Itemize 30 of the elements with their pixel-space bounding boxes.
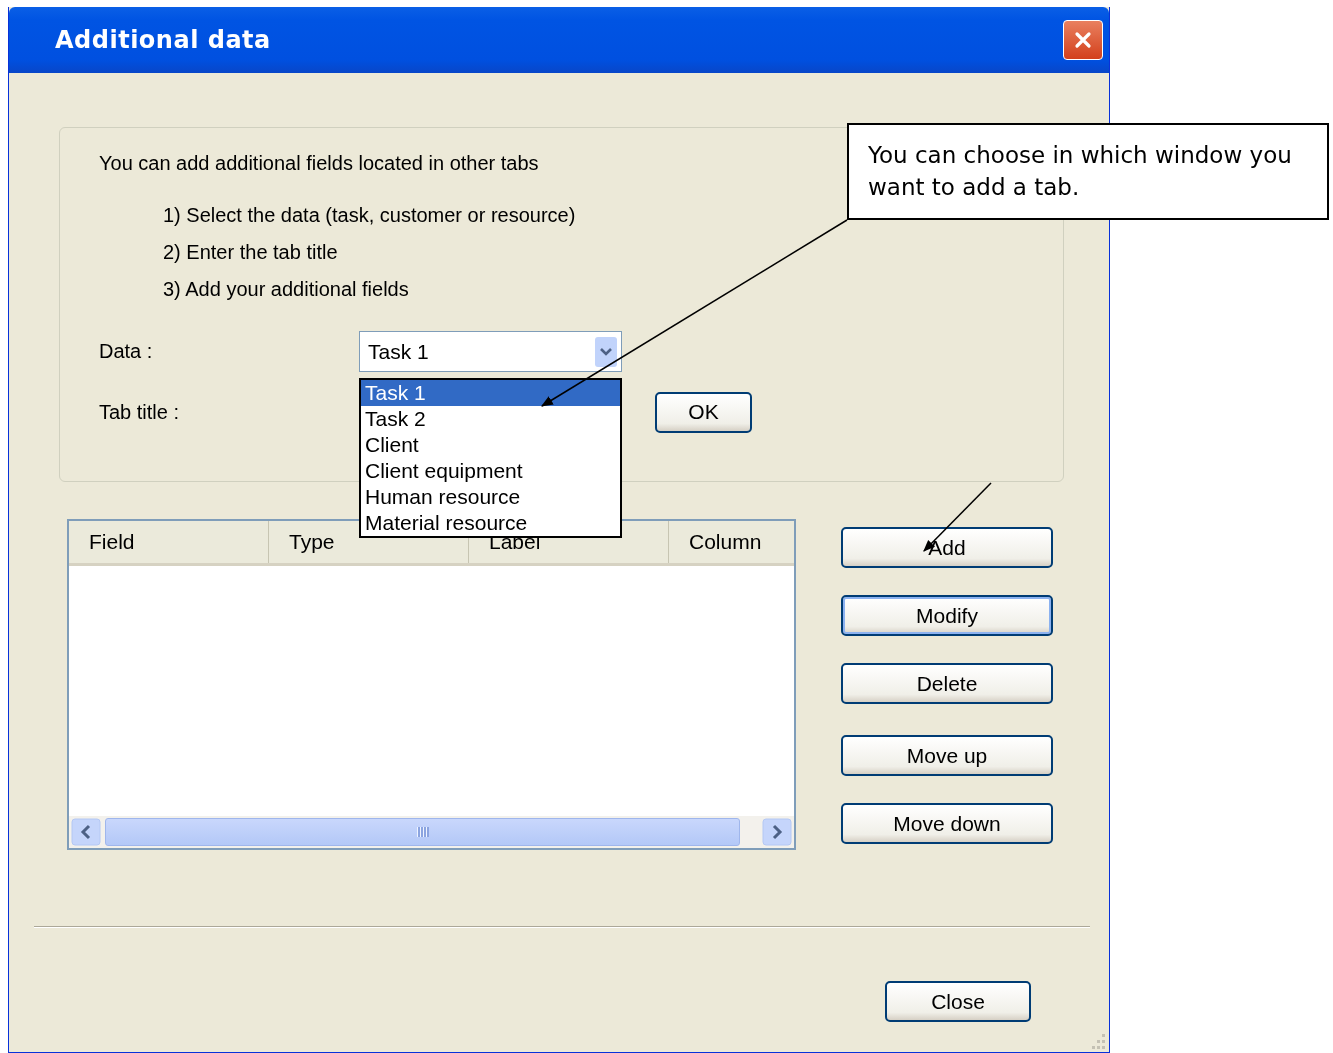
instruction-text: You can add additional fields located in other tabs: [99, 151, 539, 176]
horizontal-scrollbar[interactable]: [69, 816, 794, 848]
data-label: Data :: [99, 340, 154, 363]
instruction-step: 3) Add your additional fields: [163, 274, 1063, 311]
close-icon[interactable]: [1063, 20, 1103, 60]
dropdown-option[interactable]: Task 2: [361, 406, 620, 432]
callout-box: You can choose in which window you want to add a tab.: [847, 123, 1329, 220]
chevron-down-icon[interactable]: [595, 336, 617, 367]
action-button[interactable]: Modify: [841, 595, 1053, 636]
dropdown-option[interactable]: Client equipment: [361, 458, 620, 484]
ok-button[interactable]: OK: [655, 391, 752, 433]
action-button[interactable]: Move up: [841, 735, 1053, 776]
action-button[interactable]: Add: [841, 527, 1053, 568]
action-button[interactable]: Move down: [841, 803, 1053, 844]
dropdown-option[interactable]: Human resource: [361, 484, 620, 510]
column-header[interactable]: Field: [89, 530, 135, 554]
scrollbar-thumb[interactable]: [105, 818, 740, 846]
scroll-left-icon[interactable]: [71, 818, 101, 846]
close-button[interactable]: Close: [885, 981, 1031, 1022]
instruction-step: 2) Enter the tab title: [163, 237, 1063, 274]
action-button[interactable]: Delete: [841, 663, 1053, 704]
scroll-right-icon[interactable]: [762, 818, 792, 846]
window-title: Additional data: [55, 26, 271, 54]
data-dropdown[interactable]: Task 1: [359, 331, 622, 372]
dropdown-option[interactable]: Task 1: [361, 380, 620, 406]
column-header[interactable]: Column: [689, 530, 762, 554]
tab-title-label: Tab title :: [99, 400, 181, 424]
dropdown-option[interactable]: Material resource: [361, 510, 620, 536]
column-header[interactable]: Type: [289, 530, 335, 554]
dropdown-option[interactable]: Client: [361, 432, 620, 458]
